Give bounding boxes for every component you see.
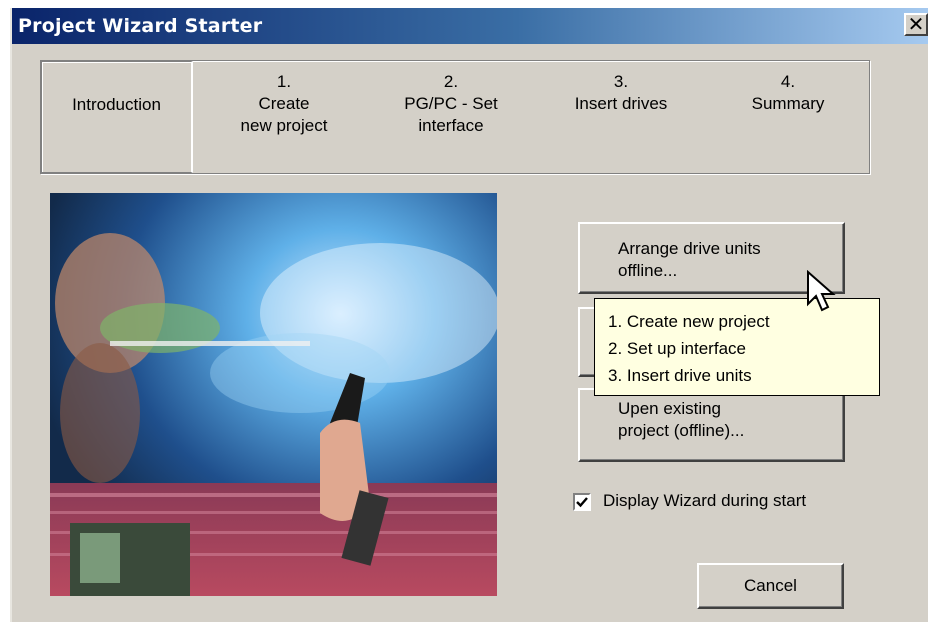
arrange-drive-units-button[interactable]: Arrange drive units offline...: [578, 222, 845, 294]
step-label: PG/PC - Set: [404, 94, 498, 113]
step-introduction[interactable]: Introduction: [41, 61, 193, 173]
tooltip-line: 3. Insert drive units: [608, 366, 752, 385]
step-label: interface: [418, 116, 484, 135]
wizard-steps: Introduction 1. Create new project 2. PG…: [40, 60, 870, 174]
button-label: project (offline)...: [618, 421, 745, 440]
step-label: new project: [240, 116, 328, 135]
close-icon: ✕: [907, 12, 925, 36]
step-insert-drives[interactable]: 3. Insert drives: [546, 61, 696, 173]
step-label: Summary: [751, 94, 825, 113]
step-create-project[interactable]: 1. Create new project: [209, 61, 359, 173]
step-number: 4.: [780, 72, 796, 91]
button-label: Cancel: [744, 576, 797, 595]
step-label: Insert drives: [574, 94, 668, 113]
open-existing-project-button[interactable]: Upen existing project (offline)...: [578, 388, 845, 462]
wizard-illustration: [50, 193, 497, 596]
step-number: 1.: [276, 72, 292, 91]
display-wizard-checkbox[interactable]: [573, 493, 591, 511]
mouse-cursor-icon: [807, 270, 836, 312]
step-number: 2.: [443, 72, 459, 91]
checkmark-icon: [576, 497, 588, 508]
title-bar: Project Wizard Starter ✕: [12, 8, 928, 44]
cancel-button[interactable]: Cancel: [697, 563, 844, 609]
step-set-interface[interactable]: 2. PG/PC - Set interface: [376, 61, 526, 173]
button-label: Upen existing: [618, 399, 722, 418]
window-title: Project Wizard Starter: [18, 15, 263, 37]
step-label: Create: [258, 94, 310, 113]
button-label: Arrange drive units: [618, 239, 761, 258]
tooltip-line: 2. Set up interface: [608, 339, 746, 358]
step-label: Introduction: [72, 95, 161, 114]
close-button[interactable]: ✕: [904, 13, 928, 36]
step-number: 3.: [613, 72, 629, 91]
display-wizard-label: Display Wizard during start: [603, 491, 807, 510]
step-summary[interactable]: 4. Summary: [713, 61, 863, 173]
